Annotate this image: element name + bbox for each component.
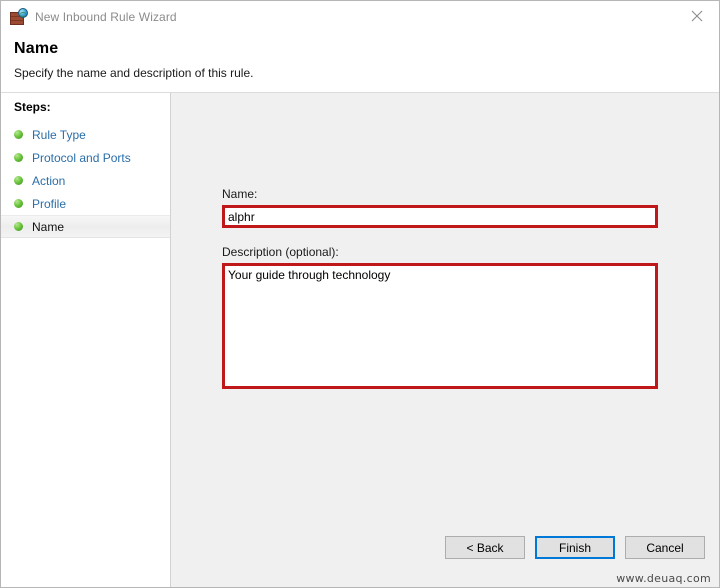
name-field-label: Name:	[222, 187, 258, 201]
rule-name-form: Name: Description (optional):	[222, 187, 658, 394]
step-bullet-icon	[14, 176, 23, 185]
title-bar: New Inbound Rule Wizard	[1, 1, 719, 32]
finish-button[interactable]: Finish	[535, 536, 615, 559]
description-field-label: Description (optional):	[222, 245, 339, 259]
description-input[interactable]	[222, 263, 658, 389]
steps-heading: Steps:	[14, 100, 51, 114]
sidebar-item-protocol-and-ports[interactable]: Protocol and Ports	[1, 146, 170, 169]
sidebar-item-label: Name	[32, 219, 65, 234]
step-bullet-icon	[14, 199, 23, 208]
sidebar-item-profile[interactable]: Profile	[1, 192, 170, 215]
cancel-button[interactable]: Cancel	[625, 536, 705, 559]
sidebar-item-label: Action	[32, 173, 66, 188]
sidebar-item-action[interactable]: Action	[1, 169, 170, 192]
firewall-globe-icon	[10, 7, 28, 26]
sidebar-item-name[interactable]: Name	[1, 215, 170, 238]
wizard-body: Steps: Rule Type Protocol and Ports Acti…	[1, 93, 719, 587]
step-bullet-icon	[14, 153, 23, 162]
sidebar-item-label: Profile	[32, 196, 67, 211]
wizard-footer: < Back Finish Cancel	[445, 536, 705, 559]
page-title: Name	[14, 40, 59, 57]
sidebar-item-label: Protocol and Ports	[32, 150, 131, 165]
sidebar-item-label: Rule Type	[32, 127, 86, 142]
wizard-header: Name Specify the name and description of…	[1, 32, 719, 93]
step-bullet-icon	[14, 130, 23, 139]
page-subtitle: Specify the name and description of this…	[14, 66, 254, 80]
watermark-text: www.deuaq.com	[616, 572, 711, 585]
sidebar-item-rule-type[interactable]: Rule Type	[1, 123, 170, 146]
close-icon[interactable]	[674, 1, 719, 31]
name-input[interactable]	[222, 205, 658, 228]
wizard-window: New Inbound Rule Wizard Name Specify the…	[0, 0, 720, 588]
step-bullet-icon	[14, 222, 23, 231]
window-title: New Inbound Rule Wizard	[35, 9, 177, 24]
back-button[interactable]: < Back	[445, 536, 525, 559]
content-panel: Name: Description (optional): < Back Fin…	[171, 93, 719, 587]
steps-sidebar: Steps: Rule Type Protocol and Ports Acti…	[1, 93, 171, 587]
